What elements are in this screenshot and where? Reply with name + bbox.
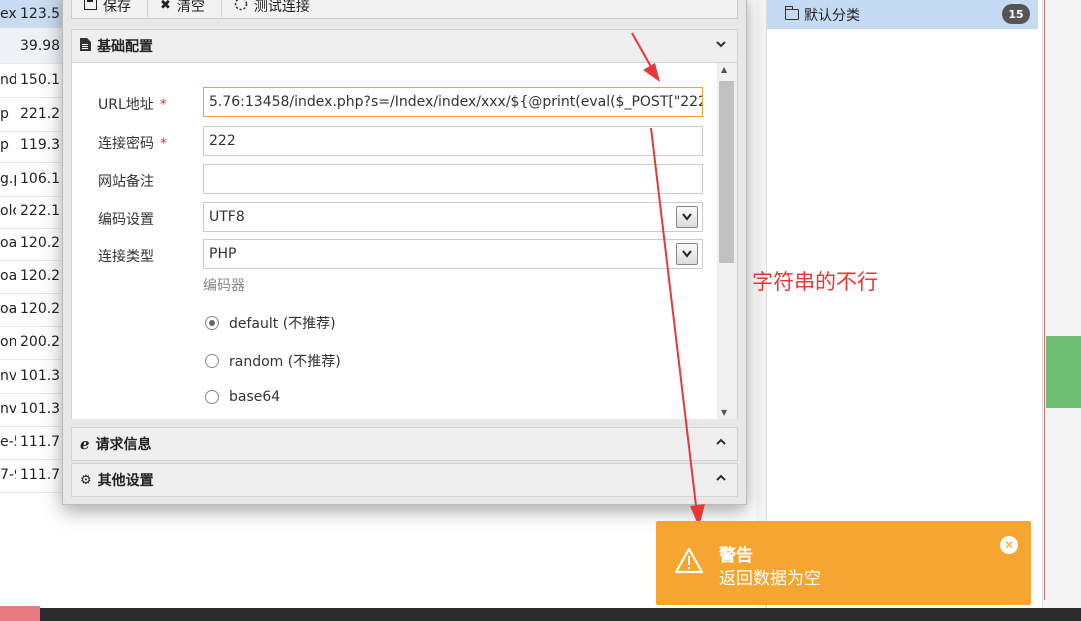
encoding-row: 编码设置 UTF8 bbox=[72, 202, 720, 234]
chevron-down-icon[interactable] bbox=[676, 206, 698, 228]
list-item[interactable]: nv 101.3 bbox=[0, 358, 70, 394]
list-item[interactable]: oa 120.2 bbox=[0, 225, 70, 261]
list-item[interactable]: oa 120.2 bbox=[0, 258, 70, 294]
form-scrollbar[interactable]: ▲ ▼ bbox=[717, 63, 737, 419]
close-icon: ✖ bbox=[160, 0, 171, 13]
warning-toast: 警告 返回数据为空 ✕ bbox=[656, 521, 1031, 605]
taskbar-item bbox=[0, 606, 40, 621]
status-block bbox=[1046, 336, 1081, 408]
category-item-default[interactable]: 默认分类 15 bbox=[767, 0, 1038, 29]
test-connection-button[interactable]: 测试连接 bbox=[222, 0, 326, 17]
note-row: 网站备注 bbox=[72, 164, 720, 196]
scroll-thumb[interactable] bbox=[719, 81, 734, 263]
clear-button[interactable]: ✖ 清空 bbox=[148, 0, 222, 17]
test-connection-label: 测试连接 bbox=[253, 0, 310, 15]
password-row: 连接密码 * 222 bbox=[72, 126, 720, 158]
password-field[interactable]: 222 bbox=[203, 126, 703, 156]
type-select[interactable]: PHP bbox=[203, 239, 703, 269]
browser-e-icon: ℯ bbox=[80, 435, 90, 453]
folder-icon bbox=[785, 6, 799, 20]
encoder-option-default[interactable]: default (不推荐) bbox=[205, 313, 336, 333]
clear-label: 清空 bbox=[176, 0, 205, 15]
list-item[interactable]: nv 101.3 bbox=[0, 391, 70, 427]
type-label: 连接类型 bbox=[98, 249, 154, 265]
basic-config-form: URL地址 * 5.76:13458/index.php?s=/Index/ind… bbox=[71, 63, 738, 419]
divider bbox=[1044, 0, 1045, 600]
document-icon bbox=[80, 37, 91, 55]
radio-label: base64 bbox=[229, 389, 281, 405]
list-item[interactable]: 7-9111.7 bbox=[0, 457, 70, 493]
section-title: 请求信息 bbox=[95, 437, 152, 453]
url-field[interactable]: 5.76:13458/index.php?s=/Index/index/xxx/… bbox=[203, 87, 703, 117]
dialog-toolbar: 保存 ✖ 清空 测试连接 bbox=[71, 0, 738, 19]
list-item[interactable]: oa 120.2 bbox=[0, 291, 70, 327]
section-other-settings[interactable]: ⚙ 其他设置 bbox=[71, 463, 738, 497]
type-row: 连接类型 PHP bbox=[72, 239, 720, 271]
category-list: 默认分类 15 bbox=[766, 0, 1043, 610]
section-request-info[interactable]: ℯ 请求信息 bbox=[71, 427, 738, 461]
gears-icon: ⚙ bbox=[80, 472, 92, 488]
list-item[interactable]: e-5111.7 bbox=[0, 424, 70, 460]
chevron-up-icon bbox=[715, 436, 727, 452]
encoder-option-random[interactable]: random (不推荐) bbox=[205, 351, 341, 371]
spinner-icon bbox=[234, 0, 248, 15]
scroll-down-icon[interactable]: ▼ bbox=[721, 408, 727, 417]
taskbar-strip bbox=[0, 608, 1081, 621]
category-count-badge: 15 bbox=[1002, 4, 1030, 24]
chevron-down-icon bbox=[715, 38, 727, 54]
radio-button[interactable] bbox=[205, 390, 219, 404]
radio-label: random (不推荐) bbox=[229, 354, 341, 370]
encoding-label: 编码设置 bbox=[98, 212, 154, 228]
encoding-select[interactable]: UTF8 bbox=[203, 202, 703, 232]
section-basic-config[interactable]: 基础配置 bbox=[71, 29, 738, 63]
annotation-note: 字符串的不行 bbox=[752, 270, 878, 294]
radio-button[interactable] bbox=[205, 316, 219, 330]
list-item[interactable]: olc222.1 bbox=[0, 193, 70, 229]
scroll-up-icon[interactable]: ▲ bbox=[721, 65, 727, 74]
save-label: 保存 bbox=[103, 0, 131, 15]
radio-label: default (不推荐) bbox=[229, 316, 336, 332]
toast-title: 警告 bbox=[719, 546, 753, 566]
chevron-down-icon[interactable] bbox=[676, 243, 698, 265]
url-label: URL地址 * bbox=[98, 97, 167, 113]
list-item[interactable]: 39.98 bbox=[0, 28, 70, 64]
list-item[interactable]: nd 150.1 bbox=[0, 62, 70, 98]
section-title: 基础配置 bbox=[97, 39, 153, 55]
list-item[interactable]: g.p106.1 bbox=[0, 161, 70, 197]
password-label: 连接密码 * bbox=[98, 136, 167, 152]
section-title: 其他设置 bbox=[97, 473, 154, 489]
list-item[interactable]: p 119.3 bbox=[0, 127, 70, 163]
close-icon[interactable]: ✕ bbox=[1000, 536, 1018, 554]
encoding-value: UTF8 bbox=[209, 209, 245, 225]
chevron-up-icon bbox=[715, 472, 727, 488]
floppy-icon bbox=[84, 0, 97, 14]
url-row: URL地址 * 5.76:13458/index.php?s=/Index/ind… bbox=[72, 87, 720, 119]
type-value: PHP bbox=[209, 246, 237, 262]
encoder-option-base64[interactable]: base64 bbox=[205, 389, 280, 405]
background-shell-list: ex123.5 39.98 nd150.1 p221.2 p119.3 g.p1… bbox=[0, 0, 70, 621]
note-label: 网站备注 bbox=[98, 174, 154, 190]
radio-button[interactable] bbox=[205, 354, 219, 368]
save-button[interactable]: 保存 bbox=[72, 0, 148, 17]
toast-message: 返回数据为空 bbox=[719, 569, 821, 589]
note-field[interactable] bbox=[203, 164, 703, 194]
list-item[interactable]: onf200.2 bbox=[0, 324, 70, 360]
encoder-label: 编码器 bbox=[203, 278, 245, 294]
category-name: 默认分类 bbox=[804, 7, 860, 24]
add-shell-dialog: 保存 ✖ 清空 测试连接 基础配置 URL地址 * 5.76:13458/inde… bbox=[62, 0, 747, 505]
warning-icon bbox=[674, 547, 704, 578]
